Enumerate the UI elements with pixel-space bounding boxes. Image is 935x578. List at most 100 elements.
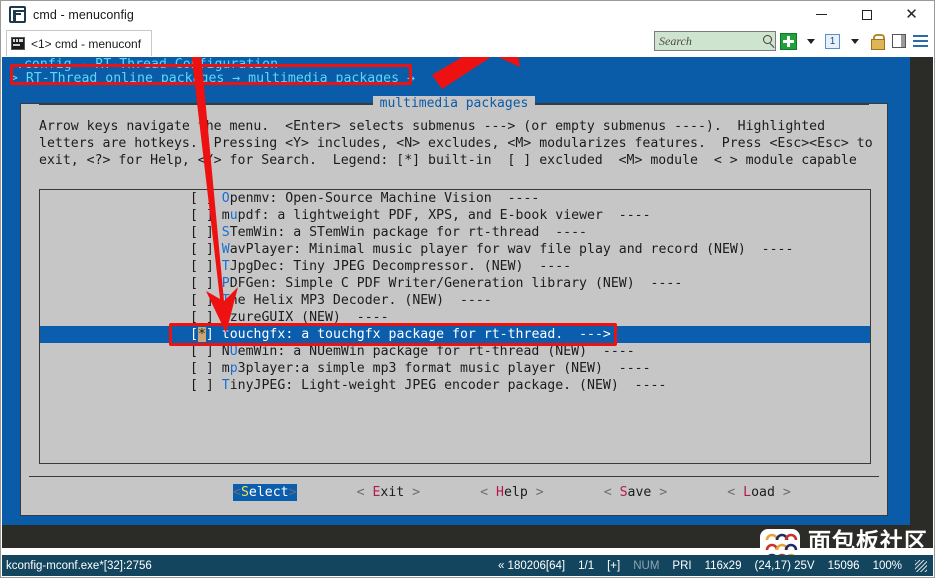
btn-hotkey: S (240, 485, 249, 500)
close-button[interactable]: ✕ (889, 1, 934, 28)
row-label: avPlayer: Minimal music player for wav f… (229, 242, 794, 257)
row-label: pdf: a lightweight PDF, XPS, and E-book … (237, 208, 651, 223)
status-cursor: (24,17) 25V (754, 559, 815, 572)
row-hotkey: u (229, 208, 238, 223)
status-num: NUM (633, 559, 660, 572)
package-row[interactable]: [ ] The Helix MP3 Decoder. (NEW) ---- (40, 292, 870, 309)
active-console-button[interactable]: 1 (823, 32, 842, 51)
window-controls: ✕ (799, 1, 934, 28)
row-mark: [ ] (190, 378, 222, 393)
dialog-title: multimedia packages (21, 96, 887, 111)
btn-label: oad (751, 485, 775, 500)
status-handle: 15096 (827, 559, 860, 572)
status-zoom: 100% (872, 559, 902, 572)
hamburger-menu-icon (913, 35, 928, 47)
maximize-icon (861, 9, 872, 20)
breadcrumb: > RT-Thread online packages → multimedia… (10, 71, 415, 86)
help-line-1: Arrow keys navigate the menu. <Enter> se… (39, 119, 826, 134)
package-row[interactable]: [ ] Openmv: Open-Source Machine Vision -… (40, 190, 870, 207)
new-console-dropdown[interactable] (801, 32, 820, 51)
package-row[interactable]: [ ] NUemWin: a NUemWin package for rt-th… (40, 343, 870, 360)
maximize-button[interactable] (844, 1, 889, 28)
dialog-buttons: <Select> < Exit > < Help > < Save > < Load > (21, 484, 889, 501)
lock-icon (870, 34, 885, 50)
btn-label: ave (627, 485, 652, 500)
button-separator (29, 476, 879, 477)
row-hotkey: T (221, 378, 230, 393)
btn-label: elp (503, 485, 528, 500)
exit-button[interactable]: < Exit > (357, 484, 421, 501)
panel-toggle-icon (891, 34, 906, 48)
btn-hotkey: S (619, 485, 628, 500)
menuconfig-dialog: multimedia packages Arrow keys navigate … (20, 96, 889, 516)
row-label: 3player:a simple mp3 format music player… (237, 361, 651, 376)
row-mark: [*] (190, 327, 214, 342)
package-list[interactable]: [ ] Openmv: Open-Source Machine Vision -… (39, 189, 871, 464)
help-button[interactable]: < Help > (480, 484, 544, 501)
save-button[interactable]: < Save > (604, 484, 668, 501)
window-title: cmd - menuconfig (33, 7, 134, 22)
minimize-button[interactable] (799, 1, 844, 28)
btn-left-bracket: < (727, 485, 744, 500)
cursor-cell: * (197, 327, 206, 342)
row-label: zureGUIX (NEW) ---- (229, 310, 389, 325)
help-text: Arrow keys navigate the menu. <Enter> se… (39, 118, 875, 169)
conemu-window: cmd - menuconfig ✕ <1> cmd - menuconf Se… (0, 0, 935, 578)
row-hotkey: T (221, 293, 230, 308)
console-area[interactable]: .config - RT-Thread Configuration > RT-T… (2, 57, 933, 548)
row-mark: [ ] (190, 225, 222, 240)
lock-button[interactable] (867, 32, 886, 51)
row-hotkey: p (229, 361, 238, 376)
row-hotkey: U (229, 344, 238, 359)
package-row[interactable]: [ ] PDFGen: Simple C PDF Writer/Generati… (40, 275, 870, 292)
status-process: kconfig-mconf.exe*[32]:2756 (6, 559, 152, 572)
search-box[interactable] (654, 31, 776, 51)
tab-strip: <1> cmd - menuconf 1 (1, 28, 934, 57)
btn-right-bracket: > (527, 485, 544, 500)
btn-hotkey: H (496, 485, 504, 500)
main-menu-button[interactable] (911, 32, 930, 51)
package-row-selected[interactable]: [*] touchgfx: a touchgfx package for rt-… (40, 326, 870, 343)
package-row[interactable]: [ ] AzureGUIX (NEW) ---- (40, 309, 870, 326)
btn-right-bracket: > (404, 485, 421, 500)
package-row[interactable]: [ ] TinyJPEG: Light-weight JPEG encoder … (40, 377, 870, 394)
search-input[interactable] (659, 32, 755, 50)
new-console-button[interactable] (779, 32, 798, 51)
panel-toggle-button[interactable] (889, 32, 908, 51)
select-button[interactable]: <Select> (233, 484, 297, 501)
package-row[interactable]: [ ] STemWin: a STemWin package for rt-th… (40, 224, 870, 241)
btn-label: elect (248, 485, 289, 500)
btn-left-bracket: < (603, 485, 620, 500)
close-icon: ✕ (905, 5, 918, 23)
row-label: TemWin: a STemWin package for rt-thread … (229, 225, 587, 240)
row-mark: [ ] (190, 344, 222, 359)
row-label: DFGen: Simple C PDF Writer/Generation li… (229, 276, 683, 291)
package-row[interactable]: [ ] TJpgDec: Tiny JPEG Decompressor. (NE… (40, 258, 870, 275)
btn-hotkey: L (743, 485, 752, 500)
package-row[interactable]: [ ] WavPlayer: Minimal music player for … (40, 241, 870, 258)
btn-left-bracket: < (480, 485, 497, 500)
status-bar: kconfig-mconf.exe*[32]:2756 « 180206[64]… (2, 555, 933, 576)
help-line-3: exit, <?> for Help, </> for Search. Lege… (39, 153, 857, 168)
active-console-dropdown[interactable] (845, 32, 864, 51)
row-hotkey: S (221, 225, 230, 240)
minimize-icon (816, 14, 827, 15)
status-pages: 1/1 (578, 559, 595, 572)
conemu-icon (9, 6, 26, 23)
btn-left-bracket: < (356, 485, 373, 500)
row-mark: [ ] (190, 310, 222, 325)
row-mark: [ ] (190, 242, 222, 257)
resize-grip[interactable] (915, 559, 927, 572)
active-console-icon: 1 (825, 33, 840, 49)
package-row[interactable]: [ ] mupdf: a lightweight PDF, XPS, and E… (40, 207, 870, 224)
toolbar: 1 (654, 31, 930, 51)
row-mark: [ ] (190, 259, 222, 274)
load-button[interactable]: < Load > (727, 484, 791, 501)
row-mark: [ ] (190, 361, 222, 376)
package-row[interactable]: [ ] mp3player:a simple mp3 format music … (40, 360, 870, 377)
row-hotkey: T (221, 259, 230, 274)
console-tab[interactable]: <1> cmd - menuconf (6, 30, 153, 56)
row-label: JpgDec: Tiny JPEG Decompressor. (NEW) --… (229, 259, 572, 274)
row-label: touchgfx: a touchgfx package for rt-thre… (213, 327, 611, 342)
btn-right-bracket: > (651, 485, 668, 500)
